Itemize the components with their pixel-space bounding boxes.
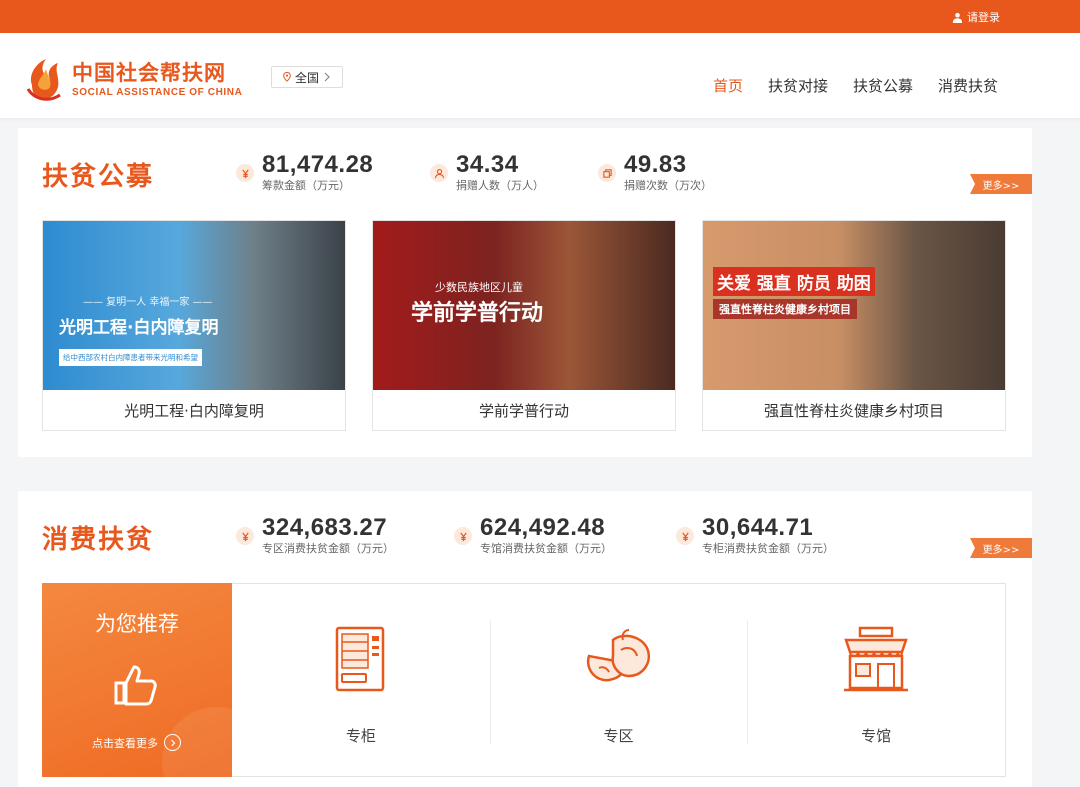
- top-bar: 请登录: [0, 0, 1080, 33]
- project-image: 少数民族地区儿童 学前学普行动: [373, 221, 675, 390]
- yuan-icon: [454, 527, 472, 545]
- category-zone[interactable]: 专区: [489, 584, 748, 776]
- more-button[interactable]: 更多>>: [970, 538, 1032, 558]
- logo-subtitle: SOCIAL ASSISTANCE OF CHINA: [72, 87, 243, 98]
- stat-value: 30,644.71: [702, 514, 814, 541]
- stat-hall-amount: 624,492.48 专馆消费扶贫金额（万元）: [454, 515, 612, 556]
- project-card-cataract[interactable]: —— 复明一人 幸福一家 —— 光明工程·白内障复明 给中西部农村白内障患者带来…: [42, 220, 346, 431]
- vending-machine-icon: [335, 626, 385, 692]
- login-label: 请登录: [967, 11, 1000, 24]
- region-label: 全国: [294, 70, 319, 85]
- section-title: 扶贫公募: [42, 162, 155, 192]
- stat-label: 专馆消费扶贫金额（万元）: [480, 542, 612, 555]
- project-image: 关爱 强直 防员 助困 强直性脊柱炎健康乡村项目: [703, 221, 1005, 390]
- logo-title: 中国社会帮扶网: [72, 61, 226, 85]
- chevron-right-icon: [164, 734, 181, 751]
- site-logo[interactable]: 中国社会帮扶网 SOCIAL ASSISTANCE OF CHINA: [24, 55, 242, 105]
- recommend-more-label: 点击查看更多: [92, 736, 158, 750]
- location-pin-icon: [283, 72, 291, 82]
- fundraising-section: 扶贫公募 81,474.28 筹款金额（万元） 34.34 捐赠人数（万人） 4…: [18, 128, 1032, 457]
- project-card-spondylitis[interactable]: 关爱 强直 防员 助困 强直性脊柱炎健康乡村项目 强直性脊柱炎健康乡村项目: [702, 220, 1006, 431]
- banner-text: 关爱 强直 防员 助困: [713, 267, 875, 296]
- nav-item-consumption[interactable]: 消费扶贫: [938, 75, 998, 96]
- stat-label: 捐赠次数（万次）: [624, 179, 712, 192]
- stat-value: 49.83: [624, 151, 687, 178]
- project-caption: 光明工程·白内障复明: [124, 401, 264, 420]
- stat-label: 捐赠人数（万人）: [456, 179, 544, 192]
- stat-donations: 49.83 捐赠次数（万次）: [598, 152, 712, 193]
- stat-counter-amount: 30,644.71 专柜消费扶贫金额（万元）: [676, 515, 834, 556]
- nav-item-poverty-matching[interactable]: 扶贫对接: [768, 75, 828, 96]
- banner-text: —— 复明一人 幸福一家 ——: [83, 297, 213, 308]
- category-label: 专区: [603, 727, 634, 745]
- copy-icon: [598, 164, 616, 182]
- stat-value: 324,683.27: [262, 514, 388, 541]
- project-caption: 学前学普行动: [478, 401, 569, 420]
- nav-item-home[interactable]: 首页: [713, 75, 743, 96]
- stat-value: 34.34: [456, 151, 519, 178]
- stat-label: 专柜消费扶贫金额（万元）: [702, 542, 834, 555]
- category-counter[interactable]: 专柜: [232, 584, 490, 776]
- main-nav: 首页 扶贫对接 扶贫公募 消费扶贫: [713, 75, 998, 96]
- stat-zone-amount: 324,683.27 专区消费扶贫金额（万元）: [236, 515, 394, 556]
- login-link[interactable]: 请登录: [952, 9, 1000, 25]
- category-label: 专柜: [345, 727, 376, 745]
- project-image: —— 复明一人 幸福一家 —— 光明工程·白内障复明 给中西部农村白内障患者带来…: [43, 221, 345, 390]
- thumbs-up-icon: [114, 665, 157, 706]
- stat-label: 筹款金额（万元）: [262, 179, 350, 192]
- category-hall[interactable]: 专馆: [747, 584, 1005, 776]
- category-label: 专馆: [861, 727, 892, 745]
- header: 中国社会帮扶网 SOCIAL ASSISTANCE OF CHINA 全国 首页…: [0, 33, 1080, 118]
- banner-text: 学前学普行动: [411, 301, 544, 326]
- region-selector[interactable]: 全国: [271, 66, 343, 88]
- banner-text: 光明工程·白内障复明: [59, 318, 219, 338]
- consumption-section: 消费扶贫 324,683.27 专区消费扶贫金额（万元） 624,492.48 …: [18, 491, 1032, 787]
- banner-text: 少数民族地区儿童: [435, 281, 523, 294]
- flame-logo-icon: [26, 59, 61, 101]
- stat-value: 81,474.28: [262, 151, 374, 178]
- category-list: 专柜 专区 专馆: [232, 583, 1006, 777]
- section-title: 消费扶贫: [42, 525, 155, 555]
- user-icon: [952, 12, 963, 23]
- stat-donors: 34.34 捐赠人数（万人）: [430, 152, 544, 193]
- project-caption: 强直性脊柱炎健康乡村项目: [763, 401, 944, 420]
- chevron-right-icon: [324, 72, 330, 82]
- stat-amount: 81,474.28 筹款金额（万元）: [236, 152, 373, 193]
- more-button[interactable]: 更多>>: [970, 174, 1032, 194]
- project-card-preschool[interactable]: 少数民族地区儿童 学前学普行动 学前学普行动: [372, 220, 676, 431]
- recommend-title: 为您推荐: [95, 612, 179, 636]
- nav-item-public-fundraising[interactable]: 扶贫公募: [853, 75, 913, 96]
- stat-label: 专区消费扶贫金额（万元）: [262, 542, 394, 555]
- banner-text: 强直性脊柱炎健康乡村项目: [713, 299, 857, 319]
- people-icon: [430, 164, 448, 182]
- yuan-icon: [676, 527, 694, 545]
- recommend-more-link[interactable]: 点击查看更多: [92, 734, 181, 751]
- produce-icon: [586, 629, 650, 682]
- yuan-icon: [236, 527, 254, 545]
- storefront-icon: [844, 626, 909, 692]
- yuan-icon: [236, 164, 254, 182]
- stat-value: 624,492.48: [480, 514, 606, 541]
- banner-text: 给中西部农村白内障患者带来光明和希望: [59, 349, 202, 366]
- recommend-tile[interactable]: 为您推荐 点击查看更多: [42, 583, 232, 777]
